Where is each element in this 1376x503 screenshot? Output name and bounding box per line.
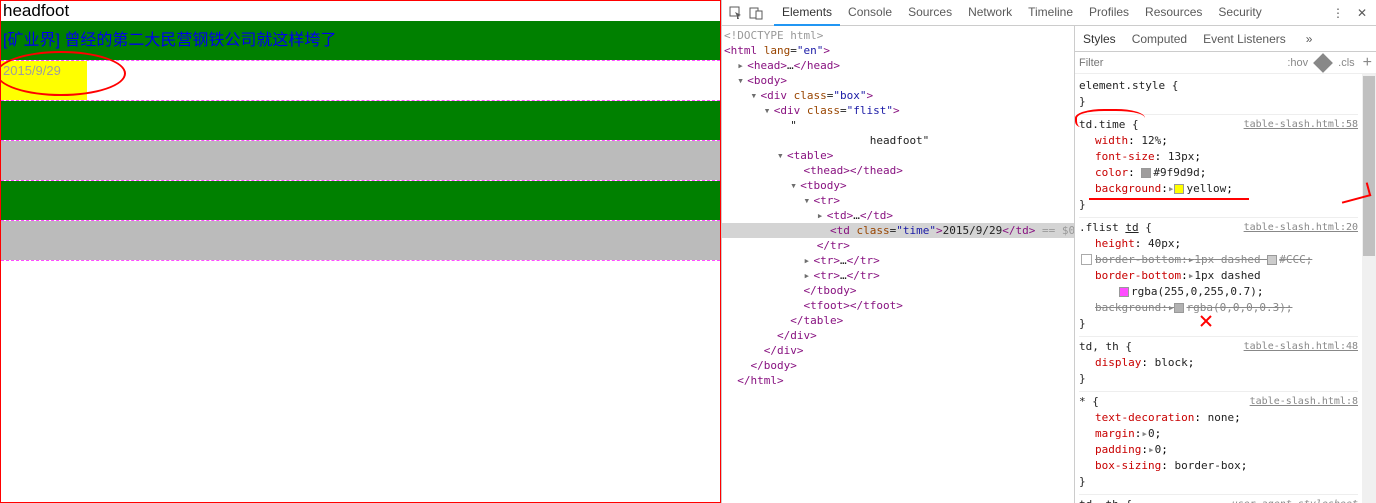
table-row: [矿业界] 曾经的第二大民营钢铁公司就这样垮了	[1, 21, 720, 61]
devtools-panel: Elements Console Sources Network Timelin…	[721, 0, 1376, 503]
rule-element-style: element.style { }	[1079, 76, 1358, 115]
elements-tree[interactable]: <!DOCTYPE html> <html lang="en"> ▸<head>…	[722, 26, 1075, 503]
source-link[interactable]: table-slash.html:48	[1244, 339, 1358, 355]
devtools-toolbar: Elements Console Sources Network Timelin…	[722, 0, 1376, 26]
rule-star: * { table-slash.html:8 text-decoration: …	[1079, 392, 1358, 495]
hov-toggle[interactable]: :hov	[1287, 57, 1308, 69]
tab-elements[interactable]: Elements	[774, 0, 840, 26]
rule-flist-td: .flist td { table-slash.html:20 height: …	[1079, 218, 1358, 337]
ua-stylesheet-label: user agent stylesheet	[1232, 497, 1358, 503]
table-row	[1, 221, 720, 261]
devtools-tabs: Elements Console Sources Network Timelin…	[774, 0, 1270, 26]
scrollbar[interactable]	[1362, 74, 1376, 503]
source-link[interactable]: table-slash.html:8	[1250, 394, 1358, 410]
table-row	[1, 181, 720, 221]
property-checkbox[interactable]	[1081, 254, 1092, 265]
rendered-page: headfoot [矿业界] 曾经的第二大民营钢铁公司就这样垮了 2015/9/…	[0, 0, 721, 503]
tab-resources[interactable]: Resources	[1137, 0, 1210, 26]
table-row	[1, 101, 720, 141]
tab-timeline[interactable]: Timeline	[1020, 0, 1081, 26]
article-link[interactable]: [矿业界] 曾经的第二大民营钢铁公司就这样垮了	[1, 32, 336, 49]
link-cell: [矿业界] 曾经的第二大民营钢铁公司就这样垮了	[1, 21, 720, 60]
time-cell: 2015/9/29	[1, 61, 87, 100]
tab-console[interactable]: Console	[840, 0, 900, 26]
tab-styles[interactable]: Styles	[1075, 27, 1124, 51]
cls-toggle[interactable]: .cls	[1338, 57, 1355, 69]
filter-input[interactable]	[1079, 57, 1139, 69]
css-rules[interactable]: element.style { } td.time { table-slash.…	[1075, 74, 1376, 503]
table-row: 2015/9/29	[1, 61, 720, 101]
headfoot-text: headfoot	[1, 1, 720, 21]
rule-td-time: td.time { table-slash.html:58 width: 12%…	[1079, 115, 1358, 218]
device-icon[interactable]	[748, 5, 764, 21]
inspect-icon[interactable]	[728, 5, 744, 21]
more-tabs-icon[interactable]: »	[1298, 27, 1321, 51]
tab-sources[interactable]: Sources	[900, 0, 960, 26]
tab-event-listeners[interactable]: Event Listeners	[1195, 27, 1294, 51]
more-icon[interactable]: ⋮	[1330, 5, 1346, 21]
rule-td-th: td, th { table-slash.html:48 display: bl…	[1079, 337, 1358, 392]
tab-profiles[interactable]: Profiles	[1081, 0, 1137, 26]
close-icon[interactable]: ✕	[1354, 5, 1370, 21]
swatch-icon[interactable]	[1313, 53, 1333, 73]
tab-security[interactable]: Security	[1210, 0, 1269, 26]
rule-ua-td-th: td, th { user agent stylesheet display: …	[1079, 495, 1358, 503]
selected-dom-node[interactable]: <td class="time">2015/9/29</td> == $0	[722, 223, 1074, 238]
source-link[interactable]: table-slash.html:58	[1244, 117, 1358, 133]
tab-network[interactable]: Network	[960, 0, 1020, 26]
new-rule-icon[interactable]: +	[1363, 54, 1372, 72]
styles-panel: Styles Computed Event Listeners » :hov .…	[1075, 26, 1376, 503]
source-link[interactable]: table-slash.html:20	[1244, 220, 1358, 236]
table-row	[1, 141, 720, 181]
tab-computed[interactable]: Computed	[1124, 27, 1195, 51]
